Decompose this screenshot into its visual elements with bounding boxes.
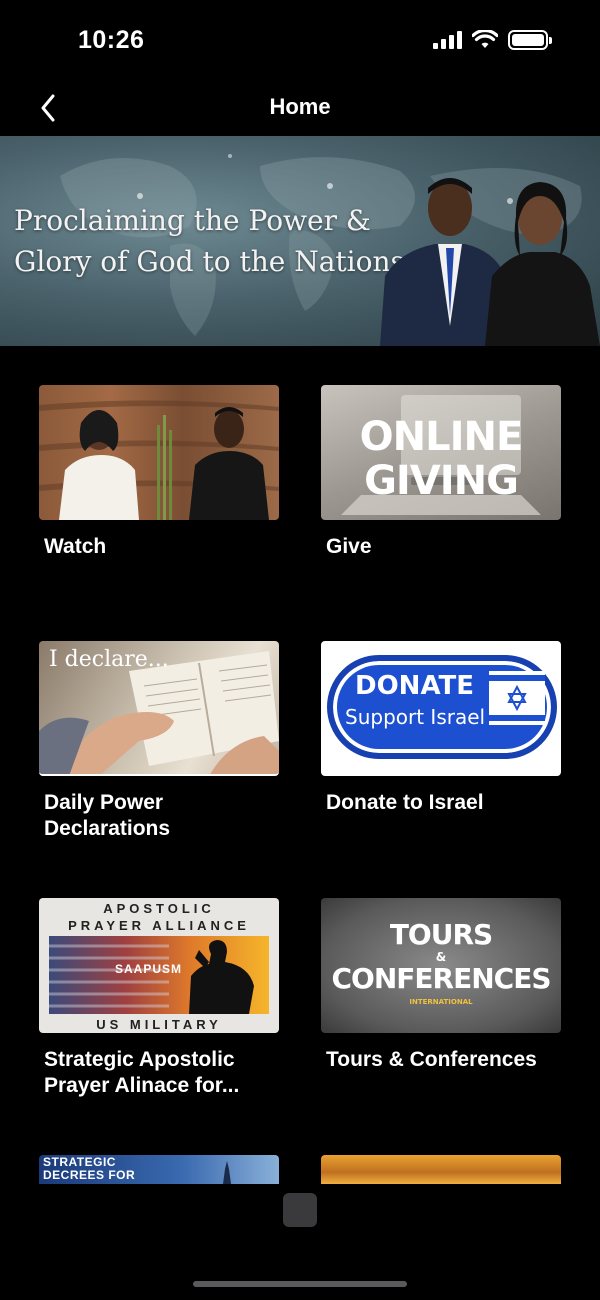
tile-strategic-decrees[interactable]: STRATEGIC DECREES FOR bbox=[39, 1155, 279, 1184]
prayer-alliance-footer: US MILITARY bbox=[96, 1017, 222, 1032]
donate-thumbnail: DONATE Support Israel bbox=[321, 641, 561, 776]
tile-label: Donate to Israel bbox=[326, 791, 484, 814]
partial-thumbnail bbox=[321, 1155, 561, 1184]
banner-tagline-line2: Glory of God to the Nations bbox=[14, 245, 405, 278]
battery-icon bbox=[508, 30, 552, 50]
cellular-signal-icon bbox=[433, 31, 462, 49]
declarations-thumbnail: I declare... bbox=[39, 641, 279, 776]
israel-flag-icon bbox=[489, 671, 545, 725]
hero-banner: Proclaiming the Power & Glory of God to … bbox=[0, 136, 600, 346]
tile-daily-power-declarations[interactable]: I declare... Daily Power Declarations bbox=[39, 641, 279, 842]
prayer-alliance-thumbnail: APOSTOLIC PRAYER ALLIANCE SAAPUSM US MIL… bbox=[39, 898, 279, 1033]
tile-give[interactable]: ONLINE GIVING Give bbox=[321, 385, 561, 560]
banner-tagline-line1: Proclaiming the Power & bbox=[14, 204, 371, 237]
tile-donate-to-israel[interactable]: DONATE Support Israel Donate to Israel bbox=[321, 641, 561, 816]
status-time: 10:26 bbox=[78, 26, 145, 54]
status-icons bbox=[433, 30, 552, 50]
tile-label: Daily Power Declarations bbox=[44, 791, 171, 840]
status-bar: 10:26 bbox=[0, 0, 600, 80]
tile-label: Give bbox=[326, 535, 372, 558]
wifi-icon bbox=[472, 30, 498, 48]
give-image-text: ONLINE GIVING bbox=[359, 414, 524, 504]
tile-partial[interactable] bbox=[321, 1155, 561, 1184]
donate-image-subtitle: Support Israel bbox=[345, 705, 486, 729]
page-indicator[interactable] bbox=[283, 1193, 317, 1227]
strategic-decrees-thumbnail: STRATEGIC DECREES FOR bbox=[39, 1155, 279, 1184]
prayer-alliance-acronym: SAAPUSM bbox=[115, 962, 183, 976]
ministers-photo bbox=[380, 178, 600, 346]
watch-thumbnail bbox=[39, 385, 279, 520]
tile-strategic-apostolic-prayer[interactable]: APOSTOLIC PRAYER ALLIANCE SAAPUSM US MIL… bbox=[39, 898, 279, 1099]
tours-thumbnail: TOURS & CONFERENCES INTERNATIONAL bbox=[321, 898, 561, 1033]
tile-label: Strategic Apostolic Prayer Alinace for... bbox=[44, 1048, 240, 1097]
navigation-bar: Home bbox=[0, 80, 600, 136]
give-thumbnail: ONLINE GIVING bbox=[321, 385, 561, 520]
declarations-image-text: I declare... bbox=[49, 647, 169, 672]
tours-image-text: TOURS & CONFERENCES INTERNATIONAL bbox=[331, 918, 551, 1007]
tile-label: Tours & Conferences bbox=[326, 1048, 537, 1071]
tile-tours-conferences[interactable]: TOURS & CONFERENCES INTERNATIONAL Tours … bbox=[321, 898, 561, 1073]
donate-image-title: DONATE bbox=[355, 671, 475, 701]
tile-label: Watch bbox=[44, 535, 107, 558]
home-indicator[interactable] bbox=[193, 1281, 407, 1287]
banner-tagline: Proclaiming the Power & Glory of God to … bbox=[14, 200, 405, 282]
tile-watch[interactable]: Watch bbox=[39, 385, 279, 560]
prayer-alliance-heading: APOSTOLIC PRAYER ALLIANCE bbox=[68, 901, 250, 933]
page-title: Home bbox=[269, 94, 331, 119]
